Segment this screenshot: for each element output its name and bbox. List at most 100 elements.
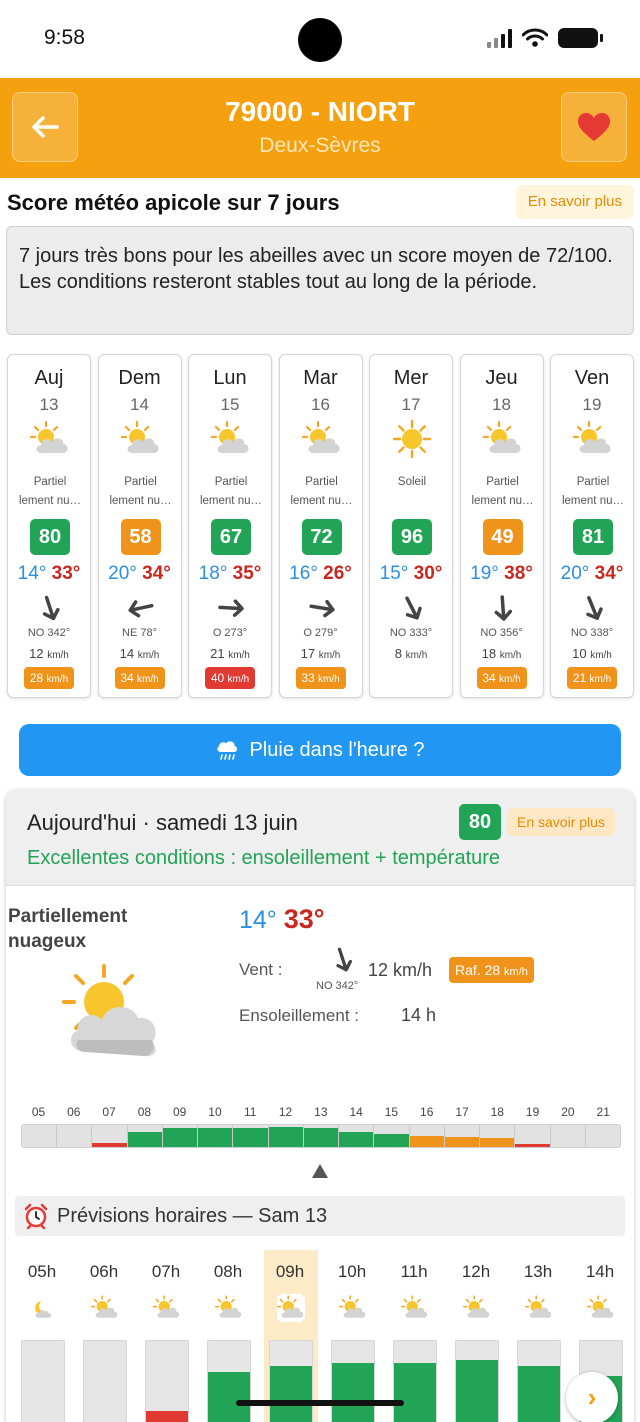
hour-ruler-segment[interactable] xyxy=(585,1125,620,1147)
hour-score-fill xyxy=(146,1411,188,1422)
today-temp-min: 14° xyxy=(239,906,277,934)
city-title: 79000 - NIORT xyxy=(225,96,415,127)
hour-column[interactable]: 05h xyxy=(19,1262,65,1422)
hour-ruler-label: 07 xyxy=(102,1105,116,1119)
wind-direction-text: NO 342° xyxy=(27,627,71,639)
day-temperatures: 19° 38° xyxy=(470,563,533,584)
gust-badge: 33 km/h xyxy=(295,667,346,689)
day-card[interactable]: Mar 16 Partiel lement nu… 72 16° 26° O 27… xyxy=(278,354,363,698)
partly-cloudy-icon xyxy=(338,1294,367,1322)
hour-column[interactable]: 06h xyxy=(81,1262,127,1422)
wind-direction-icon xyxy=(578,593,608,623)
day-temperatures: 16° 26° xyxy=(289,563,352,584)
hour-score-fill xyxy=(518,1365,560,1422)
sunshine-label: Ensoleillement : xyxy=(239,1006,360,1025)
hour-ruler-segment[interactable] xyxy=(92,1125,128,1147)
day-number: 18 xyxy=(492,395,511,414)
sun-icon xyxy=(392,419,432,459)
hour-ruler-segment[interactable] xyxy=(303,1125,340,1147)
wind-direction-text: NO 356° xyxy=(480,627,523,639)
hour-ruler-fill xyxy=(303,1128,339,1147)
hour-ruler-segment[interactable] xyxy=(515,1125,551,1147)
hour-ruler[interactable] xyxy=(21,1124,621,1148)
wind-direction-text: NO 333° xyxy=(389,627,433,639)
partly-cloudy-icon xyxy=(482,419,523,459)
day-card[interactable]: Lun 15 Partiel lement nu… 67 18° 35° O 27… xyxy=(188,354,272,698)
hour-score-fill xyxy=(208,1371,250,1422)
hour-ruler-fill xyxy=(480,1138,515,1147)
hour-ruler-segment[interactable] xyxy=(57,1125,93,1147)
status-bar: 9:58 xyxy=(0,0,640,78)
hour-column[interactable]: 08h xyxy=(205,1262,251,1422)
wind-direction-icon xyxy=(216,593,246,623)
rain-in-hour-button[interactable]: Pluie dans l'heure ? xyxy=(19,724,621,776)
hour-column[interactable]: 11h xyxy=(391,1262,437,1422)
wind-direction-icon xyxy=(397,593,427,623)
day-card[interactable]: Auj 13 Partiel lement nu… 80 14° 33° NO 3… xyxy=(7,354,91,698)
hour-ruler-label: 15 xyxy=(384,1105,399,1119)
hour-ruler-label: 10 xyxy=(208,1105,222,1119)
hour-score-bar xyxy=(207,1340,251,1422)
hour-ruler-segment[interactable] xyxy=(339,1125,375,1147)
hour-ruler-fill xyxy=(409,1136,444,1147)
chevron-right-icon: › xyxy=(587,1382,597,1412)
gust-badge: 34 km/h xyxy=(476,667,527,689)
hour-score-bar xyxy=(331,1340,375,1422)
wind-speed: 18 km/h xyxy=(481,646,522,661)
next-hours-button[interactable]: › xyxy=(566,1372,618,1422)
hour-column[interactable]: 12h xyxy=(453,1262,499,1422)
day-score-badge: 81 xyxy=(573,519,613,555)
day-card[interactable]: Ven 19 Partiel lement nu… 81 20° 34° NO 3… xyxy=(550,354,634,698)
hour-ruler-segment[interactable] xyxy=(198,1125,234,1147)
today-temp-max: 33° xyxy=(283,904,325,934)
hour-ruler-segment[interactable] xyxy=(22,1125,58,1147)
hour-column[interactable]: 10h xyxy=(329,1262,375,1422)
hour-ruler-label: 17 xyxy=(455,1105,469,1119)
day-condition: Partiel lement nu… xyxy=(199,476,262,507)
day-temperatures: 20° 34° xyxy=(108,563,171,584)
hour-column[interactable]: 13h xyxy=(515,1262,561,1422)
hour-column[interactable]: 07h xyxy=(143,1262,189,1422)
hour-ruler-segment[interactable] xyxy=(374,1125,410,1147)
wind-speed: 21 km/h xyxy=(210,646,250,661)
day-score-badge: 58 xyxy=(120,519,161,555)
hour-score-bar xyxy=(145,1340,189,1422)
hour-ruler-segment[interactable] xyxy=(444,1125,481,1147)
hour-ruler-segment[interactable] xyxy=(550,1125,586,1147)
hour-score-fill xyxy=(394,1363,436,1422)
today-temperatures: 14° 33° xyxy=(239,904,325,935)
day-condition: Partiel lement nu… xyxy=(471,476,534,507)
hour-label: 05h xyxy=(27,1262,57,1281)
today-learn-more-button[interactable]: En savoir plus xyxy=(507,808,615,836)
hour-ruler-segment[interactable] xyxy=(268,1125,304,1147)
rain-button-label: Pluie dans l'heure ? xyxy=(249,738,425,761)
today-gust-unit: km/h xyxy=(504,966,528,978)
hour-ruler-segment[interactable] xyxy=(480,1125,516,1147)
hour-ruler-segment[interactable] xyxy=(162,1125,199,1147)
hour-ruler-segment[interactable] xyxy=(127,1125,163,1147)
favorite-button[interactable] xyxy=(561,92,627,162)
wind-speed: 17 km/h xyxy=(300,646,341,661)
hour-ruler-segment[interactable] xyxy=(409,1125,445,1147)
hour-ruler-segment[interactable] xyxy=(233,1125,269,1147)
wind-direction-text: O 273° xyxy=(212,627,248,639)
wind-label: Vent : xyxy=(239,960,283,979)
hour-label: 12h xyxy=(461,1262,491,1281)
hour-column-selected[interactable]: 09h xyxy=(264,1250,318,1422)
day-card[interactable]: Dem 14 Partiel lement nu… 58 20° 34° NE 7… xyxy=(97,354,182,698)
hour-label: 06h xyxy=(89,1262,119,1281)
day-card[interactable]: Mer 17 Soleil 96 15° 30° NO 333° 8 km/h xyxy=(369,354,453,698)
learn-more-button[interactable]: En savoir plus xyxy=(515,185,634,219)
home-indicator[interactable] xyxy=(236,1400,404,1406)
gust-badge: 21 km/h xyxy=(567,667,617,689)
today-wind-speed: 12 km/h xyxy=(368,960,433,980)
day-score-badge: 80 xyxy=(30,519,70,555)
day-card[interactable]: Jeu 18 Partiel lement nu… 49 19° 38° NO 3… xyxy=(459,354,544,698)
partly-cloudy-icon xyxy=(524,1294,553,1322)
day-number: 17 xyxy=(401,395,421,414)
partly-cloudy-icon xyxy=(210,419,251,459)
signal-icon xyxy=(487,28,512,48)
hour-score-fill xyxy=(456,1360,498,1422)
hour-ruler-fill xyxy=(162,1128,198,1147)
hour-ruler-fill xyxy=(268,1127,303,1147)
